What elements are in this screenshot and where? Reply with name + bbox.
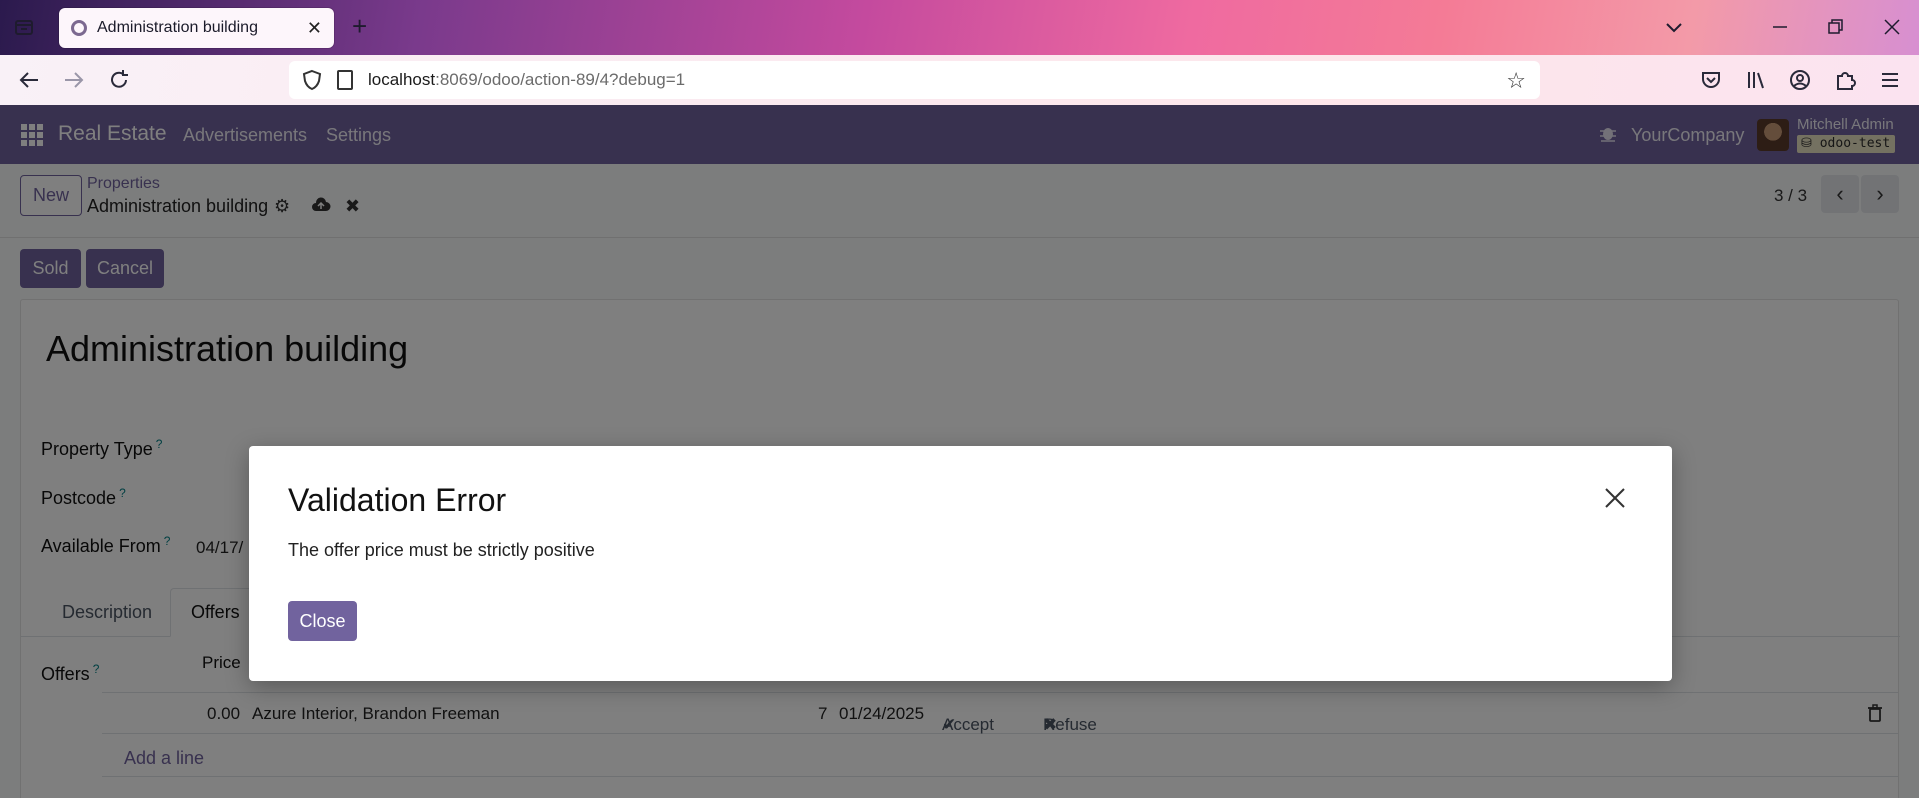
url-path: :8069/odoo/action-89/4?debug=1 — [435, 70, 686, 89]
close-window-icon[interactable] — [1882, 17, 1902, 41]
new-tab-icon[interactable]: + — [352, 13, 367, 39]
library-icon[interactable] — [1745, 69, 1767, 95]
browser-tab-bar: Administration building ✕ + — [0, 0, 1919, 55]
dialog-title: Validation Error — [288, 482, 507, 518]
dialog-close-button[interactable]: Close — [288, 601, 357, 641]
url-host: localhost — [368, 70, 436, 89]
validation-error-dialog: Validation Error The offer price must be… — [249, 446, 1672, 681]
restore-window-icon[interactable] — [1825, 17, 1845, 41]
dialog-message: The offer price must be strictly positiv… — [288, 540, 595, 560]
odoo-favicon-icon — [71, 20, 87, 36]
pocket-icon[interactable] — [1700, 69, 1722, 95]
page-info-icon[interactable] — [337, 70, 353, 90]
forward-arrow-icon[interactable] — [63, 69, 85, 95]
address-bar[interactable]: localhost:8069/odoo/action-89/4?debug=1 … — [289, 61, 1540, 99]
close-icon[interactable] — [1603, 486, 1627, 510]
browser-tab-active[interactable]: Administration building ✕ — [59, 8, 334, 48]
close-tab-icon[interactable]: ✕ — [307, 18, 322, 39]
tracking-protection-shield-icon[interactable] — [301, 69, 323, 91]
back-arrow-icon[interactable] — [18, 69, 40, 95]
tab-overview-icon[interactable] — [14, 17, 34, 41]
account-icon[interactable] — [1789, 69, 1811, 95]
tab-list-chevron-icon[interactable] — [1664, 17, 1684, 41]
minimize-window-icon[interactable] — [1770, 17, 1790, 41]
browser-nav-bar: localhost:8069/odoo/action-89/4?debug=1 … — [0, 55, 1919, 105]
app-menu-icon[interactable] — [1879, 69, 1901, 95]
extensions-icon[interactable] — [1834, 69, 1856, 95]
reload-icon[interactable] — [108, 69, 130, 95]
url-text: localhost:8069/odoo/action-89/4?debug=1 — [368, 70, 685, 90]
bookmark-star-icon[interactable]: ☆ — [1506, 68, 1526, 94]
browser-tab-title: Administration building — [97, 19, 258, 36]
